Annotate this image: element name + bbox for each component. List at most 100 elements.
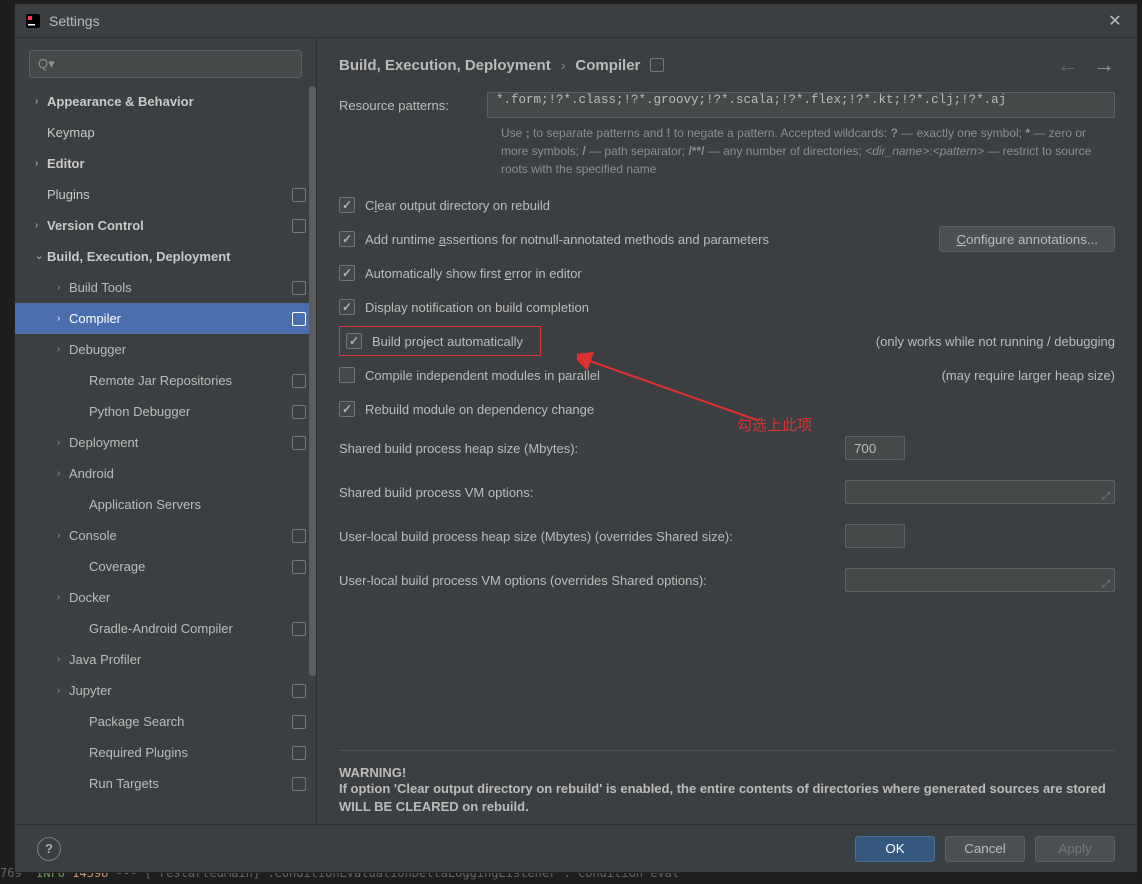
sidebar-item-python-debugger[interactable]: Python Debugger [15, 396, 316, 427]
checkbox-icon[interactable] [339, 265, 355, 281]
project-scope-icon [292, 560, 306, 574]
user-heap-input[interactable] [845, 524, 905, 548]
warning-text: If option 'Clear output directory on reb… [339, 780, 1115, 816]
sidebar-item-label: Python Debugger [89, 404, 286, 419]
nav-forward-icon[interactable]: → [1093, 52, 1115, 78]
expand-icon[interactable]: ⤢ [1102, 579, 1112, 589]
sidebar-item-run-targets[interactable]: Run Targets [15, 768, 316, 799]
checkbox-icon[interactable] [339, 367, 355, 383]
settings-dialog: Settings ✕ Q▾ ›Appearance & BehaviorKeym… [14, 3, 1138, 873]
clear-output-checkbox-row[interactable]: Clear output directory on rebuild [339, 188, 1115, 222]
checkbox-icon[interactable] [339, 197, 355, 213]
sidebar-item-label: Docker [69, 590, 306, 605]
chevron-right-icon: › [561, 57, 566, 73]
sidebar: Q▾ ›Appearance & BehaviorKeymap›Editor Pl… [15, 38, 317, 824]
build-auto-checkbox-label[interactable]: Build project automatically [372, 334, 523, 349]
project-scope-icon [292, 529, 306, 543]
chevron-right-icon: › [57, 437, 69, 448]
user-heap-label: User-local build process heap size (Mbyt… [339, 529, 733, 544]
sidebar-item-debugger[interactable]: ›Debugger [15, 334, 316, 365]
sidebar-item-gradle-android-compiler[interactable]: Gradle-Android Compiler [15, 613, 316, 644]
sidebar-item-remote-jar-repositories[interactable]: Remote Jar Repositories [15, 365, 316, 396]
checkbox-icon[interactable] [346, 333, 362, 349]
sidebar-item-label: Remote Jar Repositories [89, 373, 286, 388]
configure-annotations-button[interactable]: Configure annotations... [939, 226, 1115, 252]
search-input[interactable]: Q▾ [29, 50, 302, 78]
rebuild-dep-checkbox-row[interactable]: Rebuild module on dependency change [339, 392, 1115, 426]
sidebar-item-label: Gradle-Android Compiler [89, 621, 286, 636]
titlebar: Settings ✕ [15, 4, 1137, 38]
sidebar-item-label: Build Tools [69, 280, 286, 295]
sidebar-item-package-search[interactable]: Package Search [15, 706, 316, 737]
compile-parallel-checkbox-row[interactable]: Compile independent modules in parallel … [339, 358, 1115, 392]
ok-button[interactable]: OK [855, 836, 935, 862]
sidebar-item-build-tools[interactable]: ›Build Tools [15, 272, 316, 303]
sidebar-item-deployment[interactable]: ›Deployment [15, 427, 316, 458]
sidebar-item-docker[interactable]: ›Docker [15, 582, 316, 613]
project-scope-icon [292, 715, 306, 729]
close-icon[interactable]: ✕ [1099, 11, 1131, 31]
sidebar-item-required-plugins[interactable]: Required Plugins [15, 737, 316, 768]
resource-patterns-hint: Use ; to separate patterns and ! to nega… [501, 124, 1115, 178]
button-bar: ? OK Cancel Apply [15, 824, 1137, 872]
expand-icon[interactable]: ⤢ [1102, 491, 1112, 501]
resource-patterns-input[interactable]: *.form;!?*.class;!?*.groovy;!?*.scala;!?… [487, 92, 1115, 118]
apply-button[interactable]: Apply [1035, 836, 1115, 862]
shared-heap-label: Shared build process heap size (Mbytes): [339, 441, 578, 456]
main-panel: Build, Execution, Deployment › Compiler … [317, 38, 1137, 824]
sidebar-item-keymap[interactable]: Keymap [15, 117, 316, 148]
warning-title: WARNING! [339, 765, 1115, 780]
sidebar-item-label: Java Profiler [69, 652, 306, 667]
sidebar-item-label: Required Plugins [89, 745, 286, 760]
auto-first-error-checkbox-row[interactable]: Automatically show first error in editor [339, 256, 1115, 290]
project-scope-icon [292, 219, 306, 233]
sidebar-item-jupyter[interactable]: ›Jupyter [15, 675, 316, 706]
checkbox-icon[interactable] [339, 299, 355, 315]
sidebar-item-label: Run Targets [89, 776, 286, 791]
content-area: Resource patterns: *.form;!?*.class;!?*.… [317, 88, 1137, 824]
sidebar-item-console[interactable]: ›Console [15, 520, 316, 551]
sidebar-item-compiler[interactable]: ›Compiler [15, 303, 316, 334]
chevron-right-icon: › [57, 685, 69, 696]
user-vm-input[interactable]: ⤢ [845, 568, 1115, 592]
chevron-right-icon: › [57, 282, 69, 293]
shared-vm-label: Shared build process VM options: [339, 485, 533, 500]
checkbox-icon[interactable] [339, 401, 355, 417]
sidebar-item-application-servers[interactable]: Application Servers [15, 489, 316, 520]
sidebar-item-label: Coverage [89, 559, 286, 574]
project-scope-icon [292, 312, 306, 326]
chevron-right-icon: › [57, 530, 69, 541]
nav-back-icon[interactable]: ← [1057, 52, 1079, 78]
chevron-right-icon: › [57, 654, 69, 665]
resource-patterns-label: Resource patterns: [339, 98, 487, 113]
help-button[interactable]: ? [37, 837, 61, 861]
sidebar-item-version-control[interactable]: ›Version Control [15, 210, 316, 241]
cancel-button[interactable]: Cancel [945, 836, 1025, 862]
sidebar-item-java-profiler[interactable]: ›Java Profiler [15, 644, 316, 675]
checkbox-icon[interactable] [339, 231, 355, 247]
project-scope-icon [292, 777, 306, 791]
display-notification-checkbox-row[interactable]: Display notification on build completion [339, 290, 1115, 324]
runtime-assertions-checkbox-row[interactable]: Add runtime assertions for notnull-annot… [339, 222, 1115, 256]
sidebar-item-plugins[interactable]: Plugins [15, 179, 316, 210]
chevron-right-icon: › [57, 313, 69, 324]
project-scope-icon [292, 436, 306, 450]
shared-heap-input[interactable] [845, 436, 905, 460]
sidebar-item-appearance-behavior[interactable]: ›Appearance & Behavior [15, 86, 316, 117]
project-scope-icon [292, 374, 306, 388]
project-scope-icon [292, 281, 306, 295]
chevron-right-icon: › [35, 158, 47, 169]
sidebar-item-android[interactable]: ›Android [15, 458, 316, 489]
tree-scrollbar[interactable] [309, 86, 316, 676]
sidebar-item-label: Application Servers [89, 497, 306, 512]
chevron-right-icon: › [35, 96, 47, 107]
breadcrumb-current: Compiler [575, 57, 640, 74]
sidebar-item-label: Plugins [47, 187, 286, 202]
sidebar-item-build-execution-deployment[interactable]: ⌄Build, Execution, Deployment [15, 241, 316, 272]
warning-block: WARNING! If option 'Clear output directo… [339, 750, 1115, 816]
sidebar-item-label: Compiler [69, 311, 286, 326]
sidebar-item-editor[interactable]: ›Editor [15, 148, 316, 179]
project-scope-icon [650, 58, 664, 72]
shared-vm-input[interactable]: ⤢ [845, 480, 1115, 504]
sidebar-item-coverage[interactable]: Coverage [15, 551, 316, 582]
